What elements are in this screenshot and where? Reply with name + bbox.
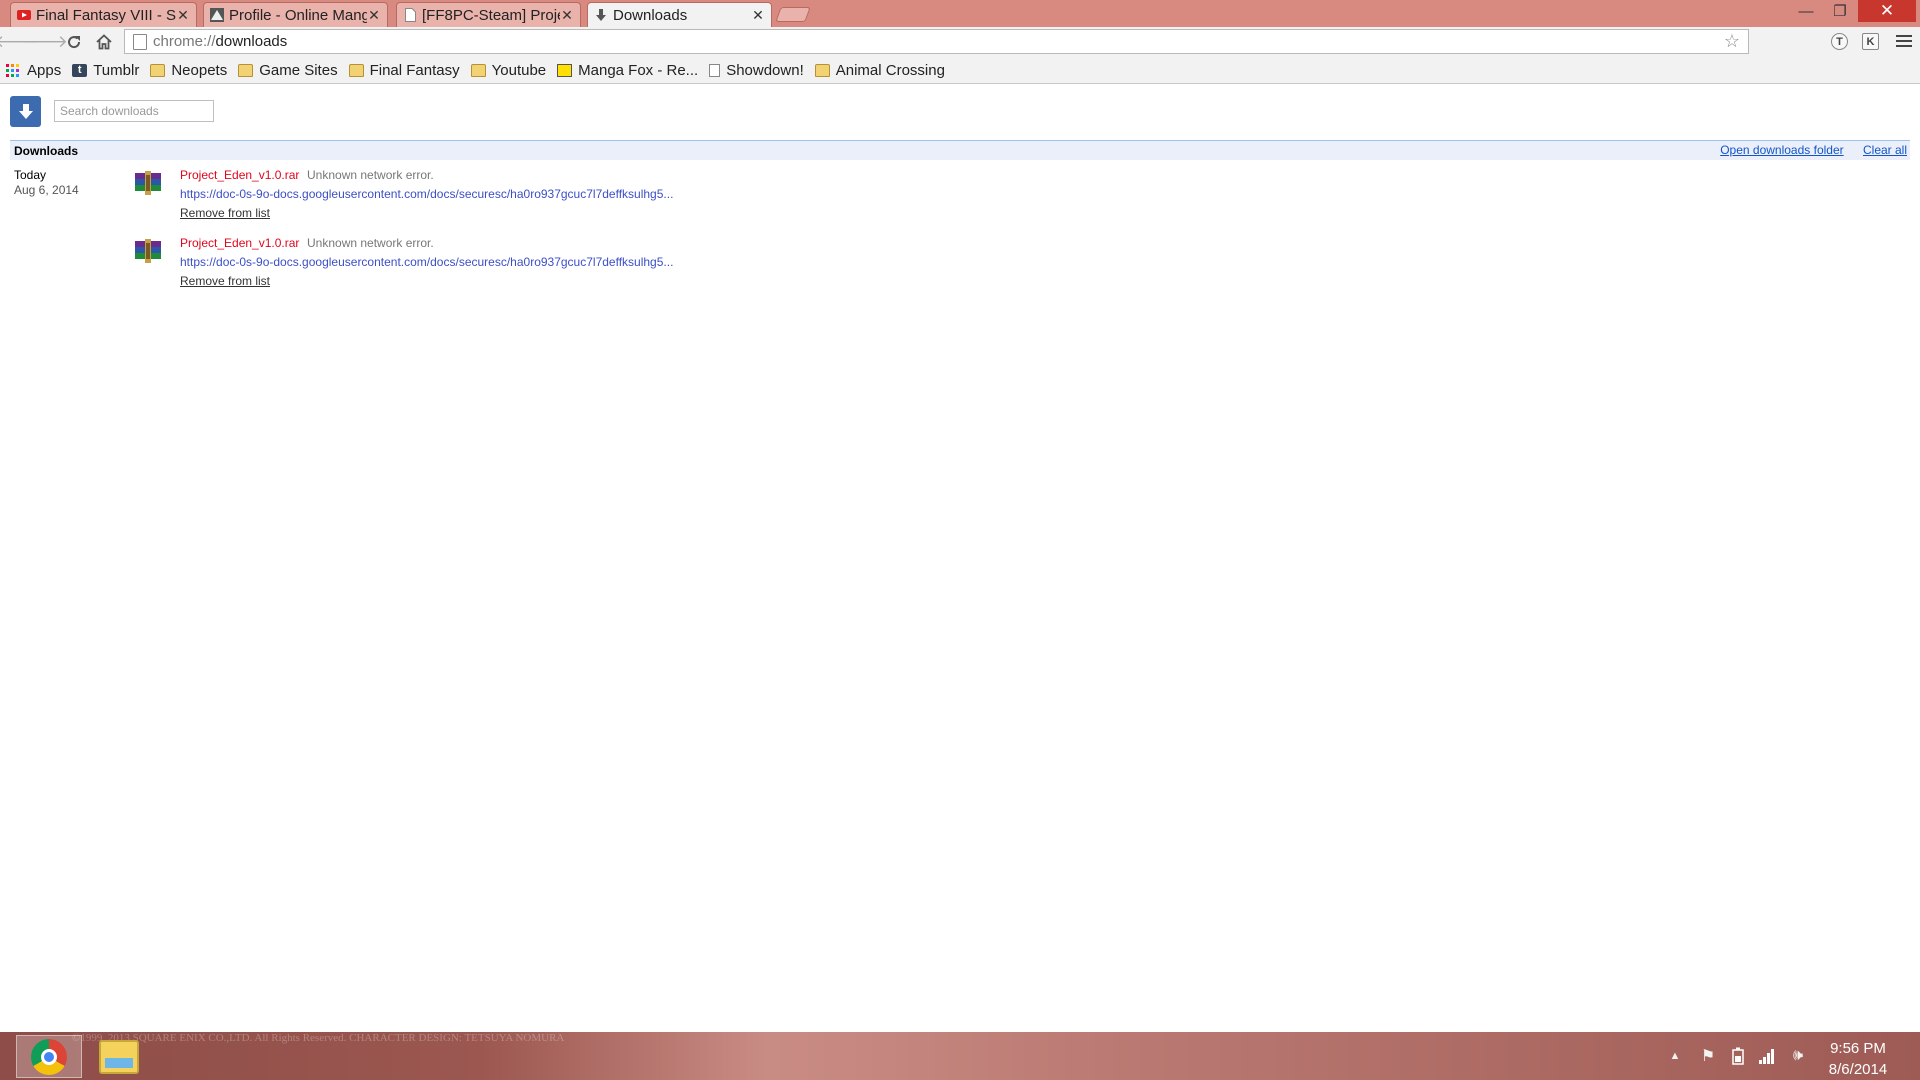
downloads-logo-icon <box>10 96 41 127</box>
minimize-button[interactable]: — <box>1792 0 1820 22</box>
clock-date: 8/6/2014 <box>1828 1061 1888 1078</box>
tab-title: Downloads <box>613 7 688 24</box>
bookmark-star-icon[interactable]: ☆ <box>1724 31 1740 52</box>
download-url-link[interactable]: https://doc-0s-9o-docs.googleusercontent… <box>180 255 673 269</box>
url-scheme: chrome:// <box>153 33 216 50</box>
remove-from-list-link[interactable]: Remove from list <box>180 206 270 220</box>
bookmark-label: Animal Crossing <box>835 61 945 79</box>
bookmark-label: Manga Fox - Re... <box>578 61 699 79</box>
download-item: Project_Eden_v1.0.rar Unknown network er… <box>134 168 834 228</box>
folder-icon <box>348 63 364 77</box>
address-bar[interactable]: chrome://downloads ☆ <box>124 29 1749 54</box>
bookmarks-bar: Apps t Tumblr Neopets Game Sites Final F… <box>0 57 1920 84</box>
network-signal-icon[interactable] <box>1757 1045 1777 1067</box>
youtube-icon <box>17 8 31 22</box>
bookmark-label: Tumblr <box>93 61 140 79</box>
tumblr-icon: t <box>72 63 88 77</box>
maximize-button[interactable]: ❐ <box>1826 0 1854 22</box>
tab-profile-online-manga[interactable]: Profile - Online Mang ✕ <box>203 2 388 27</box>
battery-icon[interactable] <box>1728 1045 1748 1067</box>
bookmark-tumblr[interactable]: t Tumblr <box>72 62 139 79</box>
action-center-flag-icon[interactable]: ⚑ <box>1698 1045 1718 1067</box>
close-window-button[interactable]: ✕ <box>1858 0 1916 22</box>
download-url-link[interactable]: https://doc-0s-9o-docs.googleusercontent… <box>180 187 673 201</box>
bookmark-folder-neopets[interactable]: Neopets <box>150 62 227 79</box>
clear-all-link[interactable]: Clear all <box>1863 143 1907 157</box>
taskbar-chrome-button[interactable] <box>16 1035 82 1078</box>
windows-taskbar: ©1999, 2013 SQUARE ENIX CO.,LTD. All Rig… <box>0 1032 1920 1080</box>
url-path: downloads <box>215 33 288 50</box>
page-icon <box>133 33 147 50</box>
tab-final-fantasy-viii[interactable]: Final Fantasy VIII - ST ✕ <box>10 2 197 27</box>
close-tab-icon[interactable]: ✕ <box>560 7 574 24</box>
bookmark-label: Youtube <box>491 61 547 79</box>
bookmark-folder-game-sites[interactable]: Game Sites <box>238 61 338 79</box>
tab-title: [FF8PC-Steam] Proje <box>422 6 560 24</box>
bookmark-label: Apps <box>27 61 62 79</box>
show-hidden-icons-icon[interactable]: ▲ <box>1665 1045 1685 1067</box>
chrome-icon <box>31 1038 67 1075</box>
downloads-header: Downloads Open downloads folder Clear al… <box>10 140 1910 160</box>
bookmark-showdown[interactable]: Showdown! <box>709 62 804 79</box>
page-icon <box>403 8 417 22</box>
apps-grid-icon <box>6 63 21 77</box>
bookmark-folder-youtube[interactable]: Youtube <box>470 61 547 79</box>
date-value: Aug 6, 2014 <box>14 183 79 197</box>
tab-title: Profile - Online Mang <box>229 6 367 24</box>
download-status: Unknown network error. <box>307 236 434 250</box>
download-item: Project_Eden_v1.0.rar Unknown network er… <box>134 236 834 296</box>
download-status: Unknown network error. <box>307 168 434 182</box>
close-tab-icon[interactable]: ✕ <box>751 7 765 24</box>
rar-file-icon <box>134 239 162 263</box>
volume-icon[interactable]: 🕪 <box>1788 1045 1808 1067</box>
extension-k-icon[interactable]: K <box>1862 33 1879 50</box>
remove-from-list-link[interactable]: Remove from list <box>180 274 270 288</box>
download-filename-link[interactable]: Project_Eden_v1.0.rar <box>180 168 299 182</box>
taskbar-file-explorer-button[interactable] <box>86 1035 152 1078</box>
home-icon[interactable] <box>94 32 114 52</box>
bookmark-apps[interactable]: Apps <box>6 62 61 79</box>
file-explorer-icon <box>99 1039 139 1074</box>
extension-t-icon[interactable]: T <box>1831 33 1848 50</box>
menu-icon[interactable] <box>1896 33 1912 49</box>
rar-file-icon <box>134 171 162 195</box>
page-icon <box>709 63 721 77</box>
tab-downloads[interactable]: Downloads ✕ <box>587 2 772 28</box>
bookmark-label: Final Fantasy <box>369 61 460 79</box>
bookmark-manga-fox[interactable]: Manga Fox - Re... <box>557 62 698 79</box>
open-downloads-folder-link[interactable]: Open downloads folder <box>1720 143 1843 157</box>
bookmark-folder-final-fantasy[interactable]: Final Fantasy <box>348 61 460 79</box>
close-tab-icon[interactable]: ✕ <box>367 7 381 24</box>
close-tab-icon[interactable]: ✕ <box>176 7 190 24</box>
new-tab-button[interactable] <box>775 7 811 22</box>
reload-icon[interactable] <box>64 32 84 52</box>
downloads-heading: Downloads <box>14 143 79 158</box>
taskbar-clock[interactable]: 9:56 PM 8/6/2014 <box>1818 1038 1898 1080</box>
forward-arrow-icon[interactable]: 🡒 <box>22 32 68 52</box>
folder-icon <box>470 63 486 77</box>
tab-title: Final Fantasy VIII - ST <box>36 6 176 24</box>
header-actions: Open downloads folder Clear all <box>1704 143 1907 157</box>
bookmark-folder-animal-crossing[interactable]: Animal Crossing <box>814 61 945 79</box>
download-filename-link[interactable]: Project_Eden_v1.0.rar <box>180 236 299 250</box>
date-group: Today Aug 6, 2014 <box>14 168 79 198</box>
folder-icon <box>814 63 830 77</box>
search-downloads-input[interactable] <box>54 100 214 122</box>
browser-toolbar: 🡐 🡒 chrome://downloads ☆ T K <box>0 27 1920 57</box>
tab-ff8pc-steam[interactable]: [FF8PC-Steam] Proje ✕ <box>396 2 581 27</box>
clock-time: 9:56 PM <box>1830 1040 1886 1057</box>
bookmark-label: Neopets <box>171 61 228 79</box>
bookmark-label: Showdown! <box>726 61 804 79</box>
title-bar: Final Fantasy VIII - ST ✕ Profile - Onli… <box>0 0 1920 28</box>
folder-icon <box>150 63 166 77</box>
date-label: Today <box>14 168 47 182</box>
manga-icon <box>210 8 224 22</box>
download-icon <box>594 8 608 23</box>
mangafox-icon <box>557 63 573 77</box>
bookmark-label: Game Sites <box>259 61 338 79</box>
folder-icon <box>238 63 254 77</box>
